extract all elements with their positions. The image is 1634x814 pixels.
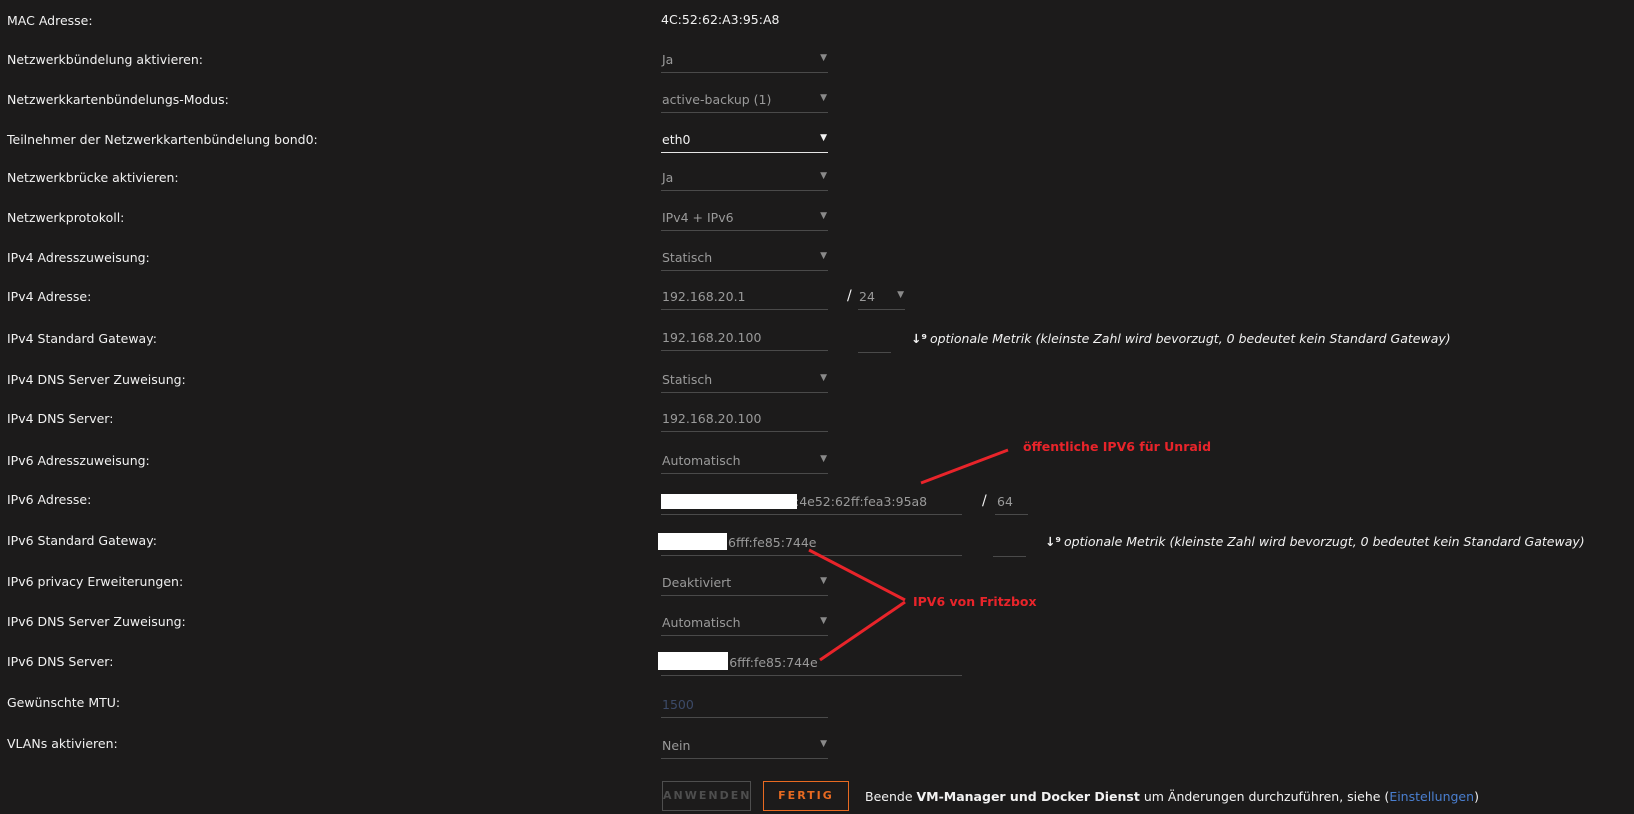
bonding-select-value: Ja <box>662 52 674 67</box>
ipv4-dns-input[interactable]: 192.168.20.100 <box>661 406 828 432</box>
bonding-select[interactable]: Ja ▼ <box>661 47 828 73</box>
chevron-down-icon: ▼ <box>820 576 827 586</box>
note-suffix: ) <box>1474 789 1479 804</box>
label-ipv4-dns: IPv4 DNS Server: <box>7 411 114 426</box>
ipv4-address-input[interactable]: 192.168.20.1 <box>661 284 828 310</box>
ipv4-prefix-select[interactable]: 24 ▼ <box>858 284 905 310</box>
redaction-box <box>658 533 727 550</box>
redaction-box <box>658 652 728 670</box>
ipv4-gateway-value: 192.168.20.100 <box>662 330 762 345</box>
ipv4-dns-assign-select-value: Statisch <box>662 372 713 387</box>
ipv4-assign-select[interactable]: Statisch ▼ <box>661 245 828 271</box>
chevron-down-icon: ▼ <box>820 211 827 221</box>
ipv6-assign-select-value: Automatisch <box>662 453 741 468</box>
vlans-select[interactable]: Nein ▼ <box>661 733 828 759</box>
ipv4-prefix-slash: / <box>847 288 852 304</box>
chevron-down-icon: ▼ <box>820 53 827 63</box>
mac-address-value: 4C:52:62:A3:95:A8 <box>661 12 780 27</box>
label-ipv6-privacy: IPv6 privacy Erweiterungen: <box>7 574 184 589</box>
label-protocol: Netzwerkprotokoll: <box>7 210 125 225</box>
protocol-select-value: IPv4 + IPv6 <box>662 210 734 225</box>
ipv6-dns-assign-select-value: Automatisch <box>662 615 741 630</box>
ipv4-metric-input[interactable] <box>858 327 891 353</box>
annotation-fritzbox: IPV6 von Fritzbox <box>913 594 1037 609</box>
chevron-down-icon: ▼ <box>820 93 827 103</box>
ipv6-privacy-select[interactable]: Deaktiviert ▼ <box>661 570 828 596</box>
chevron-down-icon: ▼ <box>820 616 827 626</box>
ipv4-prefix-value: 24 <box>859 289 875 304</box>
ipv4-address-value: 192.168.20.1 <box>662 289 746 304</box>
label-ipv4-assign: IPv4 Adresszuweisung: <box>7 250 150 265</box>
label-vlans: VLANs aktivieren: <box>7 736 118 751</box>
label-mac: MAC Adresse: <box>7 13 93 28</box>
annotation-public-ipv6: öffentliche IPV6 für Unraid <box>1023 439 1212 454</box>
chevron-down-icon: ▼ <box>820 133 827 143</box>
ipv4-dns-value: 192.168.20.100 <box>662 411 762 426</box>
bond-members-select[interactable]: eth0 ▼ <box>661 127 828 153</box>
label-bonding-mode: Netzwerkkartenbündelungs-Modus: <box>7 92 229 107</box>
ipv6-dns-value: :6fff:fe85:744e <box>725 655 818 670</box>
label-bonding: Netzwerkbündelung aktivieren: <box>7 52 203 67</box>
vlans-select-value: Nein <box>662 738 691 753</box>
label-ipv4-gateway: IPv4 Standard Gateway: <box>7 331 157 346</box>
bridge-select-value: Ja <box>662 170 674 185</box>
chevron-down-icon: ▼ <box>897 290 904 300</box>
ipv4-metric-hint-text: optionale Metrik (kleinste Zahl wird bev… <box>929 331 1451 346</box>
ipv6-metric-input[interactable] <box>993 531 1026 557</box>
ipv6-prefix-slash: / <box>982 493 987 509</box>
chevron-down-icon: ▼ <box>820 171 827 181</box>
bonding-mode-select[interactable]: active-backup (1) ▼ <box>661 87 828 113</box>
ipv6-address-value: :4e52:62ff:fea3:95a8 <box>795 494 928 509</box>
label-ipv6-gateway: IPv6 Standard Gateway: <box>7 533 157 548</box>
ipv4-gateway-input[interactable]: 192.168.20.100 <box>661 325 828 351</box>
bonding-mode-select-value: active-backup (1) <box>662 92 772 107</box>
ipv6-prefix-input[interactable]: 64 <box>995 489 1028 515</box>
ipv4-assign-select-value: Statisch <box>662 250 713 265</box>
settings-link[interactable]: Einstellungen <box>1389 789 1474 804</box>
label-ipv6-address: IPv6 Adresse: <box>7 492 92 507</box>
note-prefix: Beende <box>865 789 917 804</box>
apply-button[interactable]: ANWENDEN <box>662 781 751 811</box>
redaction-box <box>661 494 797 509</box>
mtu-placeholder: 1500 <box>662 697 694 712</box>
label-bond-members: Teilnehmer der Netzwerkkartenbündelung b… <box>7 132 318 147</box>
protocol-select[interactable]: IPv4 + IPv6 ▼ <box>661 205 828 231</box>
ipv6-assign-select[interactable]: Automatisch ▼ <box>661 448 828 474</box>
chevron-down-icon: ▼ <box>820 373 827 383</box>
label-ipv6-dns-assign: IPv6 DNS Server Zuweisung: <box>7 614 186 629</box>
network-settings-page: MAC Adresse: Netzwerkbündelung aktiviere… <box>0 0 1634 814</box>
mtu-input[interactable]: 1500 <box>661 692 828 718</box>
restart-services-note: Beende VM-Manager und Docker Dienst um Ä… <box>865 789 1479 804</box>
label-ipv6-dns: IPv6 DNS Server: <box>7 654 114 669</box>
ipv6-metric-hint: ↓⁹ optionale Metrik (kleinste Zahl wird b… <box>1045 534 1585 549</box>
ipv6-metric-hint-text: optionale Metrik (kleinste Zahl wird bev… <box>1063 534 1585 549</box>
chevron-down-icon: ▼ <box>820 251 827 261</box>
chevron-down-icon: ▼ <box>820 454 827 464</box>
label-ipv4-address: IPv4 Adresse: <box>7 289 92 304</box>
label-bridge: Netzwerkbrücke aktivieren: <box>7 170 179 185</box>
sort-numeric-icon: ↓⁹ <box>1045 534 1061 549</box>
bond-members-select-value: eth0 <box>662 132 691 147</box>
note-middle: um Änderungen durchzuführen, siehe ( <box>1139 789 1390 804</box>
ipv6-prefix-value: 64 <box>997 494 1013 509</box>
ipv6-gateway-value: 6fff:fe85:744e <box>728 535 817 550</box>
ipv6-privacy-select-value: Deaktiviert <box>662 575 732 590</box>
note-services: VM-Manager und Docker Dienst <box>916 789 1140 804</box>
ipv6-dns-assign-select[interactable]: Automatisch ▼ <box>661 610 828 636</box>
ipv4-dns-assign-select[interactable]: Statisch ▼ <box>661 367 828 393</box>
ipv4-metric-hint: ↓⁹ optionale Metrik (kleinste Zahl wird b… <box>911 331 1451 346</box>
label-mtu: Gewünschte MTU: <box>7 695 121 710</box>
annotation-line-public <box>920 448 1009 485</box>
bridge-select[interactable]: Ja ▼ <box>661 165 828 191</box>
sort-numeric-icon: ↓⁹ <box>911 331 927 346</box>
label-ipv6-assign: IPv6 Adresszuweisung: <box>7 453 150 468</box>
done-button[interactable]: FERTIG <box>763 781 849 811</box>
label-ipv4-dns-assign: IPv4 DNS Server Zuweisung: <box>7 372 186 387</box>
chevron-down-icon: ▼ <box>820 739 827 749</box>
